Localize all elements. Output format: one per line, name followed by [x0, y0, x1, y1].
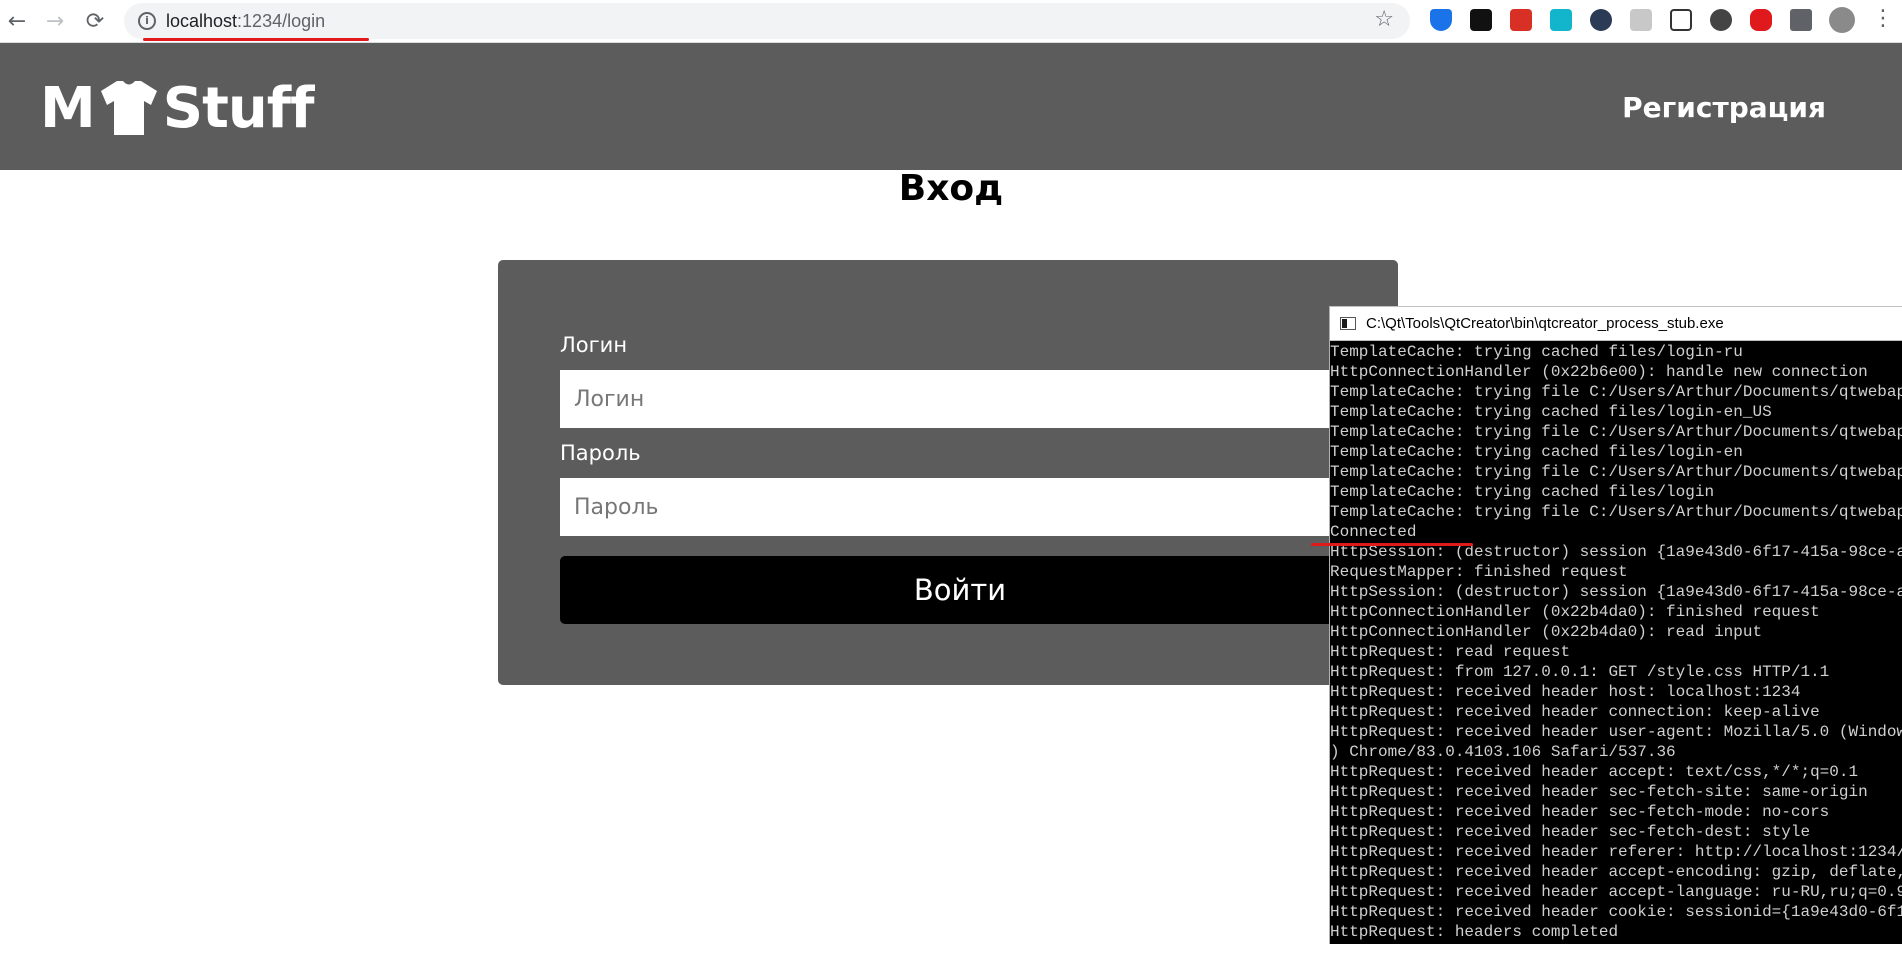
console-log-line: HttpRequest: received header user-agent:… — [1330, 723, 1902, 741]
login-label: Логин — [560, 333, 628, 357]
url-text[interactable]: localhost:1234/login — [166, 11, 325, 32]
logo-text-right: Stuff — [162, 75, 315, 141]
register-link[interactable]: Регистрация — [1622, 91, 1826, 124]
navy-extension-icon[interactable] — [1590, 9, 1612, 31]
hand-extension-icon[interactable] — [1750, 9, 1772, 31]
login-button[interactable]: Войти — [560, 556, 1360, 624]
reload-icon[interactable]: ⟳ — [80, 6, 110, 36]
pin-extension-icon[interactable] — [1510, 9, 1532, 31]
url-host: localhost — [166, 11, 238, 31]
page-title: Вход — [898, 168, 1004, 209]
console-log-line: TemplateCache: trying file C:/Users/Arth… — [1330, 503, 1902, 521]
puzzle-extension-icon[interactable] — [1790, 9, 1812, 31]
console-log-line: HttpRequest: received header accept: tex… — [1330, 763, 1859, 781]
site-logo[interactable]: M Stuff — [40, 73, 315, 143]
console-log-line: TemplateCache: trying cached files/login… — [1330, 403, 1772, 421]
console-titlebar[interactable]: C:\Qt\Tools\QtCreator\bin\qtcreator_proc… — [1330, 306, 1902, 341]
console-log-line: TemplateCache: trying file C:/Users/Arth… — [1330, 383, 1902, 401]
address-bar[interactable]: i localhost:1234/login ☆ — [124, 3, 1410, 39]
console-log-line: TemplateCache: trying cached files/login… — [1330, 343, 1743, 361]
url-annotation-underline — [143, 38, 369, 41]
arrow-left-icon[interactable]: ← — [2, 6, 32, 36]
password-label: Пароль — [560, 441, 641, 465]
console-log-line: HttpConnectionHandler (0x22b4da0): read … — [1330, 623, 1763, 641]
console-log-line: HttpConnectionHandler (0x22b6e00): handl… — [1330, 363, 1868, 381]
console-log-line: HttpRequest: from 127.0.0.1: GET /style.… — [1330, 663, 1830, 681]
login-input[interactable] — [560, 370, 1360, 428]
star-icon[interactable]: ☆ — [1374, 7, 1394, 32]
kebab-menu-icon[interactable]: ⋮ — [1872, 8, 1894, 30]
console-output[interactable]: TemplateCache: trying cached files/login… — [1330, 342, 1902, 942]
dark-extension-icon[interactable] — [1470, 9, 1492, 31]
eye-extension-icon[interactable] — [1710, 9, 1732, 31]
console-log-line: HttpRequest: received header accept-lang… — [1330, 883, 1902, 901]
console-title: C:\Qt\Tools\QtCreator\bin\qtcreator_proc… — [1366, 315, 1724, 332]
console-log-line: HttpRequest: received header sec-fetch-m… — [1330, 803, 1830, 821]
console-log-line: HttpRequest: received header connection:… — [1330, 703, 1820, 721]
console-log-line: TemplateCache: trying cached files/login — [1330, 483, 1715, 501]
console-log-line: HttpRequest: read request — [1330, 643, 1571, 661]
play-extension-icon[interactable] — [1630, 9, 1652, 31]
console-log-line: RequestMapper: finished request — [1330, 563, 1628, 581]
arrow-right-icon[interactable]: → — [40, 6, 70, 36]
console-log-line: TemplateCache: trying cached files/login… — [1330, 443, 1743, 461]
connected-annotation-underline — [1311, 543, 1473, 546]
browser-toolbar: ← → ⟳ i localhost:1234/login ☆ ⋮ — [0, 0, 1902, 43]
console-log-line: ) Chrome/83.0.4103.106 Safari/537.36 — [1330, 743, 1676, 761]
shield-extension-icon[interactable] — [1430, 9, 1452, 31]
console-log-line: HttpSession: (destructor) session {1a9e4… — [1330, 583, 1902, 601]
console-window[interactable]: C:\Qt\Tools\QtCreator\bin\qtcreator_proc… — [1329, 306, 1902, 944]
login-card: Логин Пароль Войти — [498, 260, 1398, 685]
password-input[interactable] — [560, 478, 1360, 536]
console-log-line: HttpRequest: received header referer: ht… — [1330, 843, 1902, 861]
console-log-line: HttpRequest: received header accept-enco… — [1330, 863, 1902, 881]
console-log-line: HttpRequest: headers completed — [1330, 923, 1619, 941]
site-header: M Stuff Регистрация — [0, 43, 1902, 170]
info-icon[interactable]: i — [138, 12, 156, 30]
console-log-line: HttpRequest: received header cookie: ses… — [1330, 903, 1902, 921]
console-log-line: TemplateCache: trying file C:/Users/Arth… — [1330, 423, 1902, 441]
teal-extension-icon[interactable] — [1550, 9, 1572, 31]
console-log-line: TemplateCache: trying file C:/Users/Arth… — [1330, 463, 1902, 481]
cube-extension-icon[interactable] — [1670, 9, 1692, 31]
console-log-line: HttpRequest: received header sec-fetch-d… — [1330, 823, 1811, 841]
console-app-icon — [1340, 317, 1356, 330]
console-log-line: HttpRequest: received header host: local… — [1330, 683, 1801, 701]
console-log-line: HttpRequest: received header sec-fetch-s… — [1330, 783, 1868, 801]
console-log-line: HttpConnectionHandler (0x22b4da0): finis… — [1330, 603, 1820, 621]
profile-avatar[interactable] — [1829, 7, 1855, 33]
tshirt-icon — [100, 81, 157, 135]
url-path: :1234/login — [237, 11, 326, 31]
console-log-line: Connected — [1330, 523, 1417, 541]
logo-text-left: M — [40, 75, 96, 141]
